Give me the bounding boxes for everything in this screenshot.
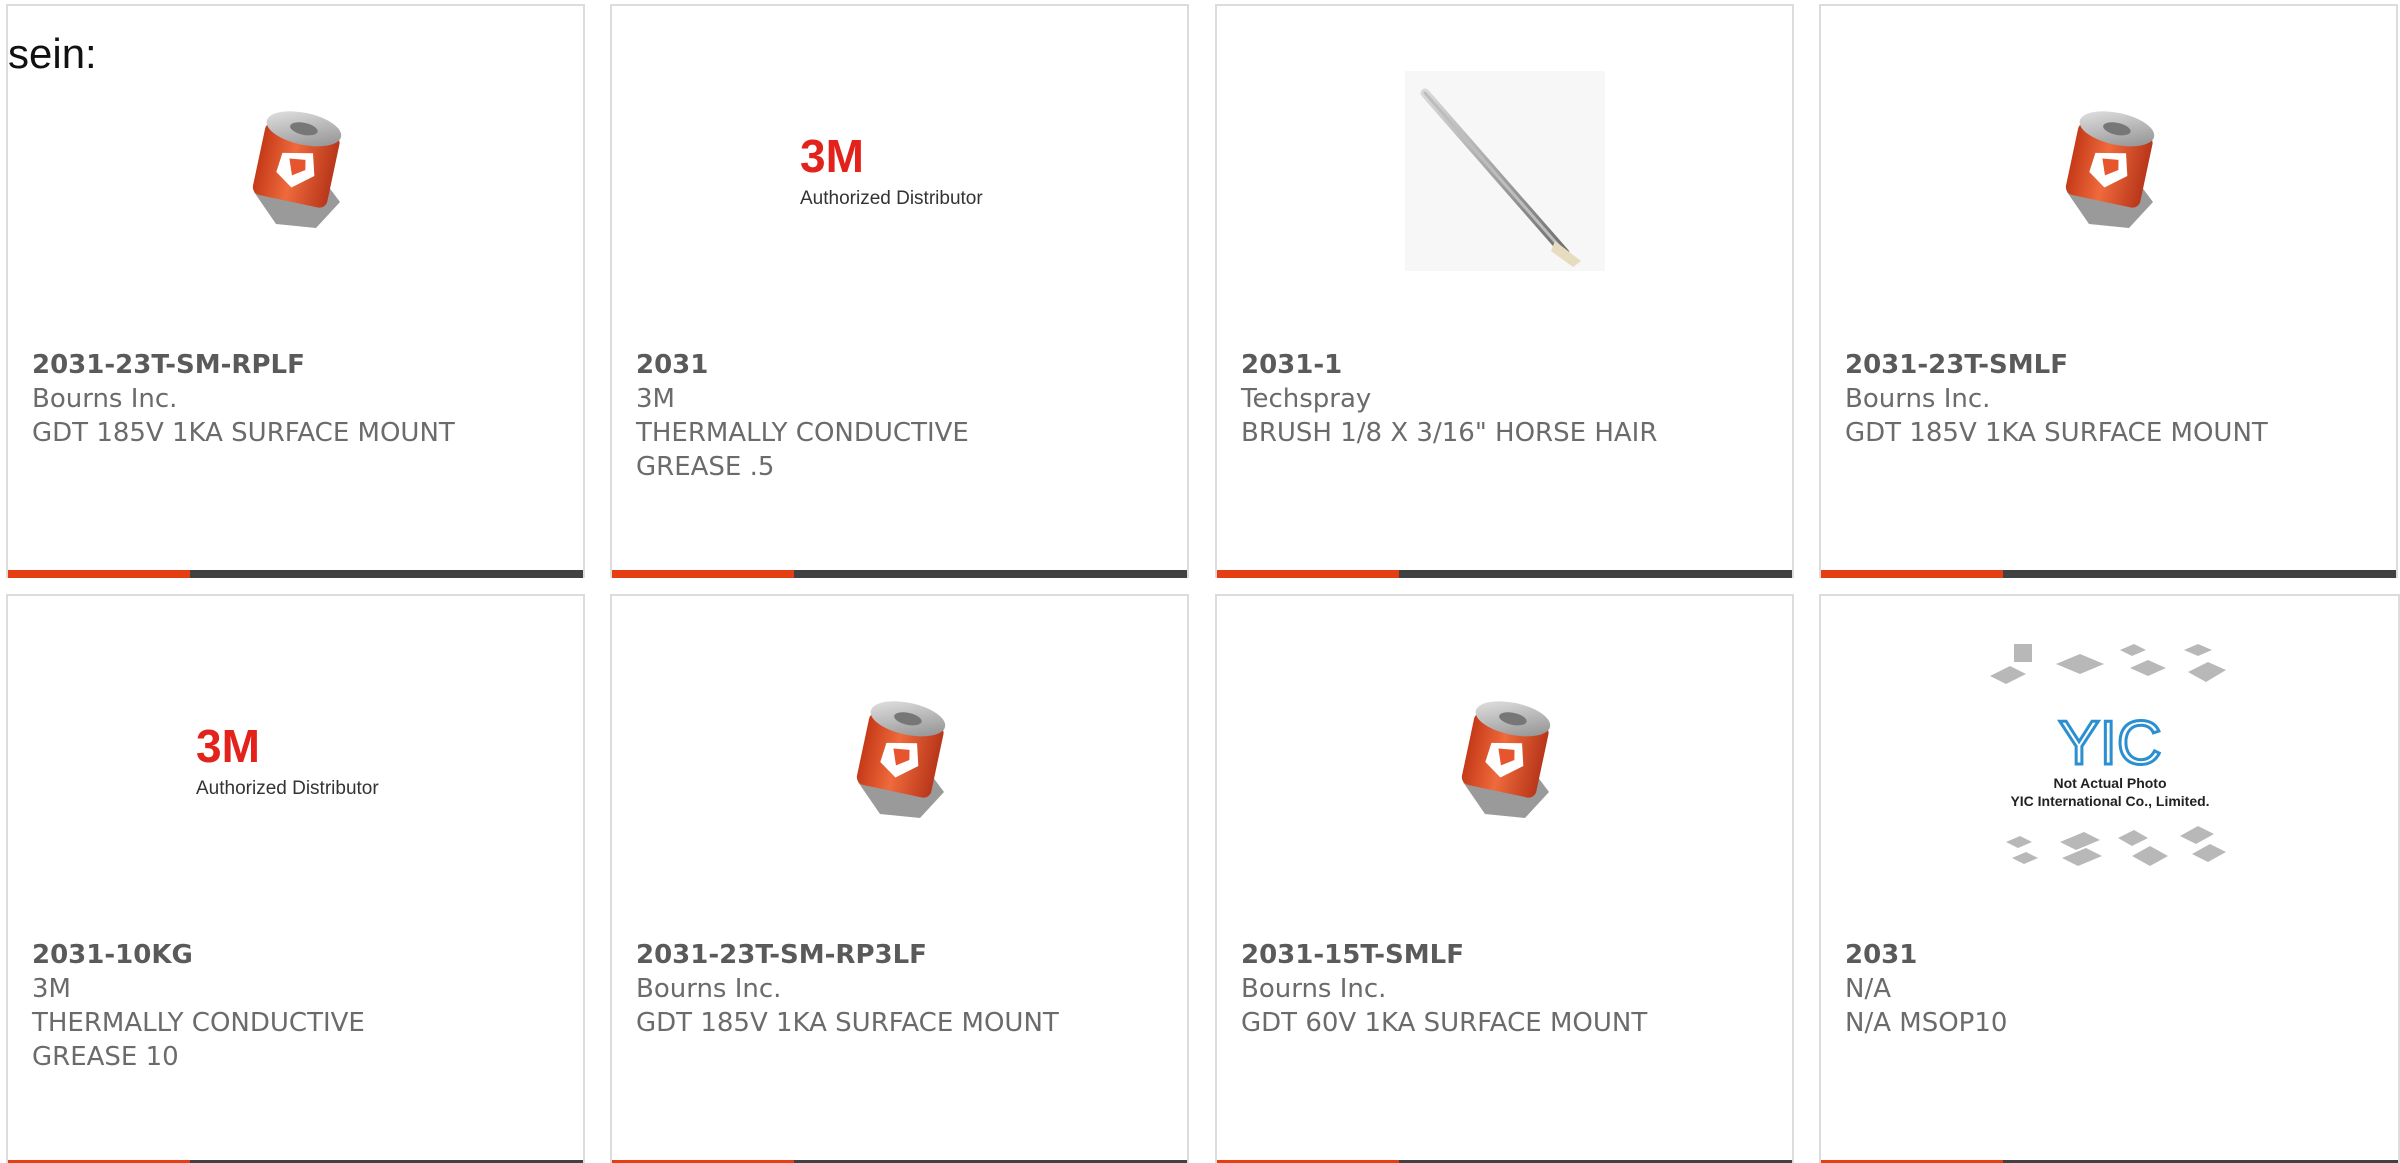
yic-line1-text: Not Actual Photo xyxy=(2053,775,2166,791)
3m-tagline-text: Authorized Distributor xyxy=(800,188,983,209)
product-card[interactable]: 2031-23T-SMLF Bourns Inc. GDT 185V 1KA S… xyxy=(1819,4,2398,578)
yic-placeholder-icon: YIC Not Actual Photo YIC International C… xyxy=(1989,644,2226,866)
part-number[interactable]: 2031-23T-SM-RPLF xyxy=(32,348,559,382)
manufacturer: Bourns Inc. xyxy=(32,384,178,414)
part-number[interactable]: 2031-23T-SMLF xyxy=(1845,348,2372,382)
manufacturer: N/A xyxy=(1845,974,1891,1004)
part-number[interactable]: 2031-15T-SMLF xyxy=(1241,938,1768,972)
card-bar-accent xyxy=(1217,570,1399,578)
product-card[interactable]: YIC Not Actual Photo YIC International C… xyxy=(1819,594,2400,1163)
description: THERMALLY CONDUCTIVE GREASE 10 xyxy=(32,1008,365,1072)
yic-line2-text: YIC International Co., Limited. xyxy=(2010,793,2209,809)
manufacturer: Bourns Inc. xyxy=(1845,384,1991,414)
part-number[interactable]: 2031-23T-SM-RP3LF xyxy=(636,938,1163,972)
3m-brand-text: 3M xyxy=(196,720,260,772)
product-results-page: sein: 2031-23T-SM-RPLF Bourns Inc. GDT 1… xyxy=(0,0,2400,1163)
description: GDT 185V 1KA SURFACE MOUNT xyxy=(1845,418,2268,448)
card-bar xyxy=(612,570,1187,578)
description: THERMALLY CONDUCTIVE GREASE .5 xyxy=(636,418,969,482)
description: BRUSH 1/8 X 3/16" HORSE HAIR xyxy=(1241,418,1658,448)
manufacturer: Bourns Inc. xyxy=(1241,974,1387,1004)
manufacturer: 3M xyxy=(636,384,675,414)
gdt-component-icon xyxy=(2065,111,2154,228)
product-image[interactable] xyxy=(612,596,1187,926)
card-bar xyxy=(1821,570,2396,578)
product-card[interactable]: 3M Authorized Distributor 2031 3M THERMA… xyxy=(610,4,1189,578)
description: GDT 185V 1KA SURFACE MOUNT xyxy=(32,418,455,448)
product-image[interactable]: 3M Authorized Distributor xyxy=(8,596,583,926)
product-image[interactable] xyxy=(1217,6,1792,336)
yic-brand-text: YIC xyxy=(2058,709,2161,778)
product-card[interactable]: 2031-23T-SM-RPLF Bourns Inc. GDT 185V 1K… xyxy=(6,4,585,578)
card-bar-accent xyxy=(8,570,190,578)
part-number[interactable]: 2031-1 xyxy=(1241,348,1768,382)
product-image[interactable] xyxy=(1821,6,2396,336)
description: N/A MSOP10 xyxy=(1845,1008,2008,1038)
card-bar-accent xyxy=(1821,570,2003,578)
brush-icon xyxy=(1404,71,1605,271)
product-image[interactable] xyxy=(1217,596,1792,926)
gdt-component-icon xyxy=(1461,701,1550,818)
description: GDT 60V 1KA SURFACE MOUNT xyxy=(1241,1008,1648,1038)
lead-text: sein: xyxy=(8,30,97,77)
card-bar-accent xyxy=(612,570,794,578)
product-image[interactable]: 3M Authorized Distributor xyxy=(612,6,1187,336)
product-card[interactable]: 3M Authorized Distributor 2031-10KG 3M T… xyxy=(6,594,585,1163)
product-card[interactable]: 2031-23T-SM-RP3LF Bourns Inc. GDT 185V 1… xyxy=(610,594,1189,1163)
part-number[interactable]: 2031-10KG xyxy=(32,938,559,972)
gdt-component-icon xyxy=(252,111,341,228)
3m-logo-icon: 3M Authorized Distributor xyxy=(196,720,379,799)
3m-tagline-text: Authorized Distributor xyxy=(196,778,379,799)
3m-logo-icon: 3M Authorized Distributor xyxy=(800,130,983,209)
part-number[interactable]: 2031 xyxy=(636,348,1163,382)
product-image[interactable]: YIC Not Actual Photo YIC International C… xyxy=(1821,596,2398,926)
part-number[interactable]: 2031 xyxy=(1845,938,2374,972)
manufacturer: 3M xyxy=(32,974,71,1004)
manufacturer: Techspray xyxy=(1241,384,1372,414)
card-bar xyxy=(1217,570,1792,578)
manufacturer: Bourns Inc. xyxy=(636,974,782,1004)
description: GDT 185V 1KA SURFACE MOUNT xyxy=(636,1008,1059,1038)
3m-brand-text: 3M xyxy=(800,130,864,182)
gdt-component-icon xyxy=(856,701,945,818)
product-card[interactable]: 2031-15T-SMLF Bourns Inc. GDT 60V 1KA SU… xyxy=(1215,594,1794,1163)
card-bar xyxy=(8,570,583,578)
product-card[interactable]: 2031-1 Techspray BRUSH 1/8 X 3/16" HORSE… xyxy=(1215,4,1794,578)
